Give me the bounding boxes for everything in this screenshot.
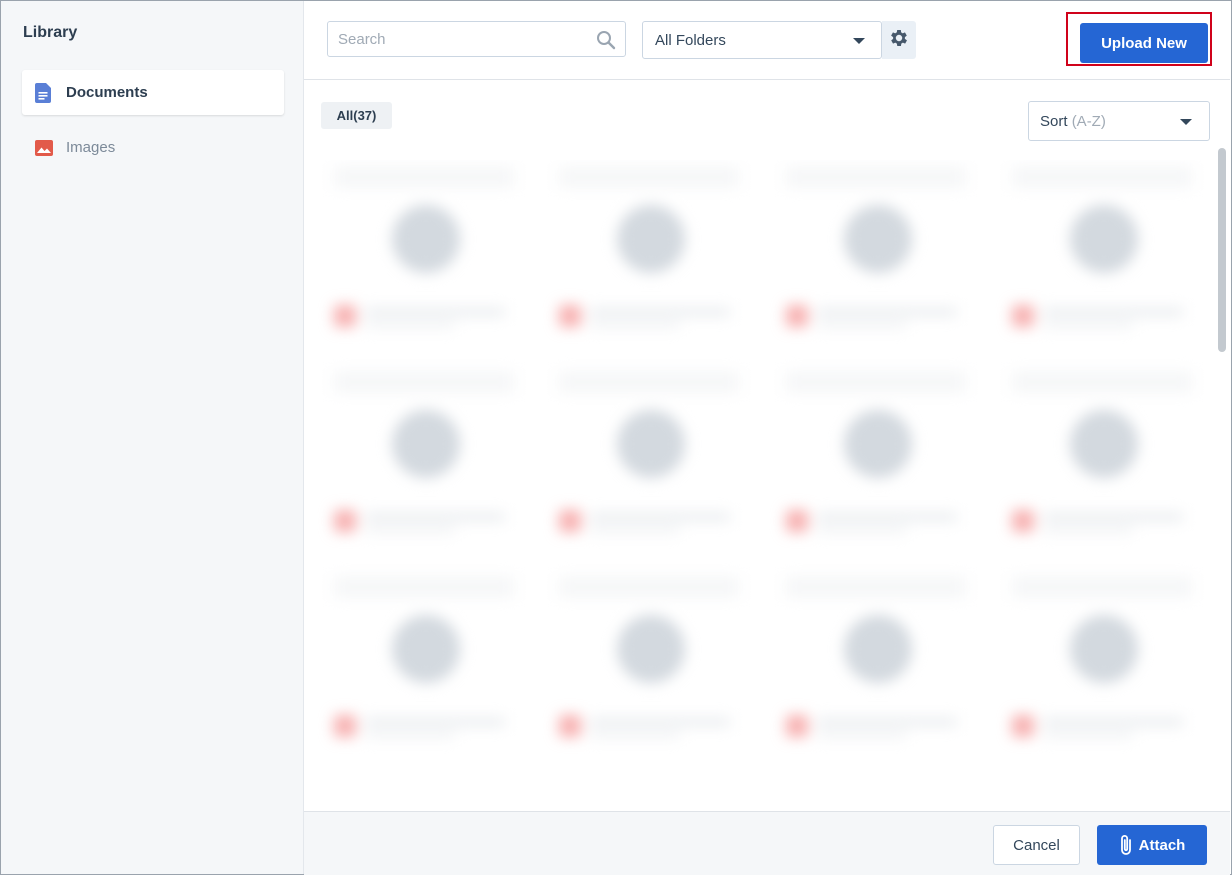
document-card[interactable] bbox=[998, 365, 1203, 555]
search-box bbox=[327, 21, 626, 57]
document-icon bbox=[35, 82, 53, 103]
attach-button[interactable]: Attach bbox=[1097, 825, 1207, 865]
sidebar: Library Documents Images bbox=[1, 1, 304, 874]
sidebar-item-label: Images bbox=[66, 139, 116, 156]
document-card[interactable] bbox=[772, 570, 977, 760]
search-input[interactable] bbox=[336, 30, 590, 49]
image-icon bbox=[35, 138, 53, 158]
cancel-button[interactable]: Cancel bbox=[993, 825, 1080, 865]
folder-select-value: All Folders bbox=[655, 32, 726, 49]
gear-icon bbox=[888, 27, 910, 54]
sidebar-item-documents[interactable]: Documents bbox=[22, 70, 284, 115]
document-card[interactable] bbox=[320, 570, 525, 760]
document-card[interactable] bbox=[998, 570, 1203, 760]
document-card[interactable] bbox=[320, 160, 525, 350]
sort-select-value: Sort (A-Z) bbox=[1040, 113, 1106, 130]
sort-label: Sort bbox=[1040, 113, 1068, 130]
document-grid bbox=[315, 160, 1210, 810]
folder-settings-button[interactable] bbox=[882, 21, 916, 59]
document-card[interactable] bbox=[545, 365, 750, 555]
library-title: Library bbox=[23, 24, 78, 41]
upload-new-button[interactable]: Upload New bbox=[1080, 23, 1208, 63]
sidebar-item-images[interactable]: Images bbox=[22, 125, 284, 170]
document-card[interactable] bbox=[998, 160, 1203, 350]
sort-select[interactable]: Sort (A-Z) bbox=[1028, 101, 1210, 141]
paperclip-icon bbox=[1120, 835, 1131, 855]
document-card[interactable] bbox=[545, 570, 750, 760]
search-icon[interactable] bbox=[596, 30, 616, 55]
upload-highlight: Upload New bbox=[1066, 12, 1212, 66]
chevron-down-icon bbox=[853, 38, 865, 44]
document-card[interactable] bbox=[772, 365, 977, 555]
dialog-footer: Cancel Attach bbox=[304, 811, 1230, 875]
document-card[interactable] bbox=[772, 160, 977, 350]
document-card[interactable] bbox=[545, 160, 750, 350]
sidebar-item-label: Documents bbox=[66, 84, 148, 101]
filter-all-chip[interactable]: All(37) bbox=[321, 102, 392, 129]
document-card[interactable] bbox=[320, 365, 525, 555]
chevron-down-icon bbox=[1180, 119, 1192, 125]
toolbar: All Folders Upload New bbox=[304, 1, 1230, 80]
scrollbar[interactable] bbox=[1218, 148, 1226, 352]
folder-select[interactable]: All Folders bbox=[642, 21, 882, 59]
sort-order: (A-Z) bbox=[1071, 113, 1106, 130]
attach-label: Attach bbox=[1138, 836, 1186, 854]
